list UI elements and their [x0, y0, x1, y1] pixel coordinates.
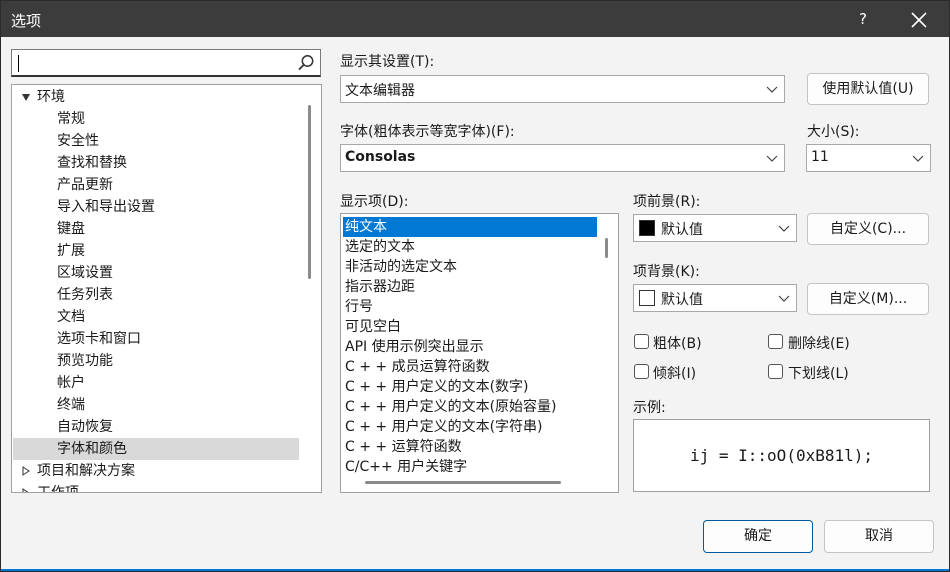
tree-item-fonts-colors[interactable]: 字体和颜色 — [13, 438, 299, 460]
close-icon — [911, 12, 927, 28]
tree-item[interactable]: 帐户 — [13, 372, 299, 394]
strikethrough-checkbox[interactable] — [768, 334, 783, 349]
background-select[interactable]: 默认值 — [633, 284, 797, 312]
list-item[interactable]: C + + 用户定义的文本(字符串) — [343, 417, 597, 437]
tree-item[interactable]: 文档 — [13, 306, 299, 328]
cancel-button[interactable]: 取消 — [824, 520, 934, 553]
chevron-down-icon — [778, 225, 790, 232]
list-item[interactable]: API 使用示例突出显示 — [343, 337, 597, 357]
window-bottom-accent — [1, 569, 949, 571]
list-item[interactable]: C + + 用户定义的文本(数字) — [343, 377, 597, 397]
tree-item[interactable]: 键盘 — [13, 218, 299, 240]
sample-text: ij = I::oO(0xB81l); — [689, 446, 874, 465]
tree-scrollbar[interactable] — [308, 105, 311, 279]
tree-item[interactable]: 查找和替换 — [13, 152, 299, 174]
size-label: 大小(S): — [807, 124, 860, 140]
window-title: 选项 — [11, 12, 42, 30]
list-item[interactable]: 指示器边距 — [343, 277, 597, 297]
tree-item[interactable]: 自动恢复 — [13, 416, 299, 438]
tree-item[interactable]: 导入和导出设置 — [13, 196, 299, 218]
options-dialog: 选项 ? 环境 常规 安全性 查找和替换 产品更新 导入和导出设置 键盘 扩展 … — [0, 0, 950, 572]
chevron-down-icon — [912, 155, 924, 162]
color-swatch — [639, 220, 655, 236]
expand-arrow-icon[interactable] — [21, 488, 31, 493]
customize-background-button[interactable]: 自定义(M)... — [807, 283, 929, 315]
list-item[interactable]: 行号 — [343, 297, 597, 317]
search-input[interactable] — [11, 49, 321, 77]
italic-label: 倾斜(I) — [653, 366, 697, 382]
show-settings-label: 显示其设置(T): — [340, 54, 435, 70]
tree-item[interactable]: 选项卡和窗口 — [13, 328, 299, 350]
show-settings-select[interactable]: 文本编辑器 — [340, 75, 785, 103]
tree-item[interactable]: 终端 — [13, 394, 299, 416]
font-select[interactable]: Consolas — [340, 144, 785, 172]
search-icon[interactable] — [296, 53, 316, 73]
tree-item[interactable]: 安全性 — [13, 130, 299, 152]
list-item[interactable]: 非活动的选定文本 — [343, 257, 597, 277]
tree-item-projects[interactable]: 项目和解决方案 — [13, 460, 299, 482]
list-item[interactable]: C/C++ 用户关键字 — [343, 457, 597, 477]
ok-button[interactable]: 确定 — [703, 520, 813, 553]
list-item[interactable]: C + + 用户定义的文本(原始容量) — [343, 397, 597, 417]
text-caret — [18, 55, 19, 72]
collapse-arrow-icon[interactable] — [21, 92, 31, 102]
use-defaults-button[interactable]: 使用默认值(U) — [807, 73, 929, 105]
tree-item[interactable]: 常规 — [13, 108, 299, 130]
list-item[interactable]: 选定的文本 — [343, 237, 597, 257]
size-select[interactable]: 11 — [806, 144, 931, 172]
underline-label: 下划线(L) — [788, 366, 849, 382]
tree-item[interactable]: 区域设置 — [13, 262, 299, 284]
options-tree[interactable]: 环境 常规 安全性 查找和替换 产品更新 导入和导出设置 键盘 扩展 区域设置 … — [11, 84, 322, 493]
underline-checkbox[interactable] — [768, 364, 783, 379]
chevron-down-icon — [766, 155, 778, 162]
foreground-label: 项前景(R): — [633, 194, 701, 210]
bold-label: 粗体(B) — [653, 336, 702, 352]
list-item[interactable]: 纯文本 — [343, 217, 597, 237]
display-items-list[interactable]: 纯文本 选定的文本 非活动的选定文本 指示器边距 行号 可见空白 API 使用示… — [340, 213, 619, 493]
list-horizontal-scrollbar[interactable] — [365, 481, 561, 484]
tree-item[interactable]: 产品更新 — [13, 174, 299, 196]
color-swatch — [639, 290, 655, 306]
tree-item[interactable]: 任务列表 — [13, 284, 299, 306]
chevron-down-icon — [778, 295, 790, 302]
tree-item-environment[interactable]: 环境 — [13, 86, 299, 108]
background-label: 项背景(K): — [633, 264, 700, 280]
list-item[interactable]: 可见空白 — [343, 317, 597, 337]
strikethrough-label: 删除线(E) — [788, 336, 850, 352]
tree-item[interactable]: 扩展 — [13, 240, 299, 262]
foreground-select[interactable]: 默认值 — [633, 214, 797, 242]
tree-item-work-items[interactable]: 工作项 — [13, 482, 299, 493]
chevron-down-icon — [766, 86, 778, 93]
help-button[interactable]: ? — [853, 7, 873, 31]
italic-checkbox[interactable] — [634, 364, 649, 379]
close-button[interactable] — [906, 7, 932, 33]
list-vertical-scrollbar[interactable] — [605, 238, 608, 258]
sample-preview: ij = I::oO(0xB81l); — [633, 419, 930, 492]
title-bar: 选项 ? — [1, 1, 949, 37]
display-items-label: 显示项(D): — [340, 194, 409, 210]
tree-item[interactable]: 预览功能 — [13, 350, 299, 372]
bold-checkbox[interactable] — [634, 334, 649, 349]
customize-foreground-button[interactable]: 自定义(C)... — [807, 213, 929, 245]
sample-label: 示例: — [633, 400, 666, 416]
font-label: 字体(粗体表示等宽字体)(F): — [340, 124, 515, 140]
list-item[interactable]: C + + 运算符函数 — [343, 437, 597, 457]
expand-arrow-icon[interactable] — [21, 466, 31, 476]
list-item[interactable]: C + + 成员运算符函数 — [343, 357, 597, 377]
